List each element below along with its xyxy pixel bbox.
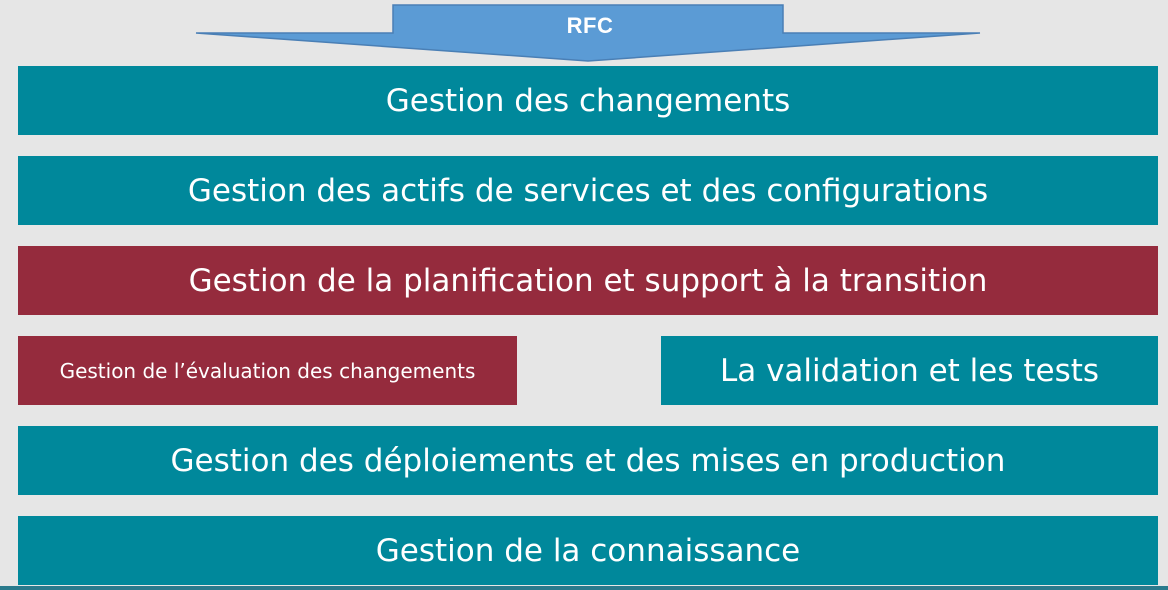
box-change-evaluation: Gestion de l’évaluation des changements: [18, 336, 517, 405]
box-service-asset-configuration: Gestion des actifs de services et des co…: [18, 156, 1158, 225]
box-label: Gestion de la connaissance: [375, 532, 801, 569]
box-label: La validation et les tests: [719, 352, 1100, 389]
rfc-label: RFC: [566, 13, 614, 38]
box-label: Gestion de l’évaluation des changements: [59, 358, 476, 383]
box-transition-planning: Gestion de la planification et support à…: [18, 246, 1158, 315]
box-label: Gestion des déploiements et des mises en…: [170, 442, 1006, 479]
box-label: Gestion de la planification et support à…: [188, 262, 988, 299]
box-validation-testing: La validation et les tests: [661, 336, 1158, 405]
box-label: Gestion des actifs de services et des co…: [187, 172, 989, 209]
box-change-management: Gestion des changements: [18, 66, 1158, 135]
box-knowledge-management: Gestion de la connaissance: [18, 516, 1158, 585]
box-label: Gestion des changements: [385, 82, 791, 119]
bottom-divider: [0, 586, 1168, 590]
box-release-deployment: Gestion des déploiements et des mises en…: [18, 426, 1158, 495]
